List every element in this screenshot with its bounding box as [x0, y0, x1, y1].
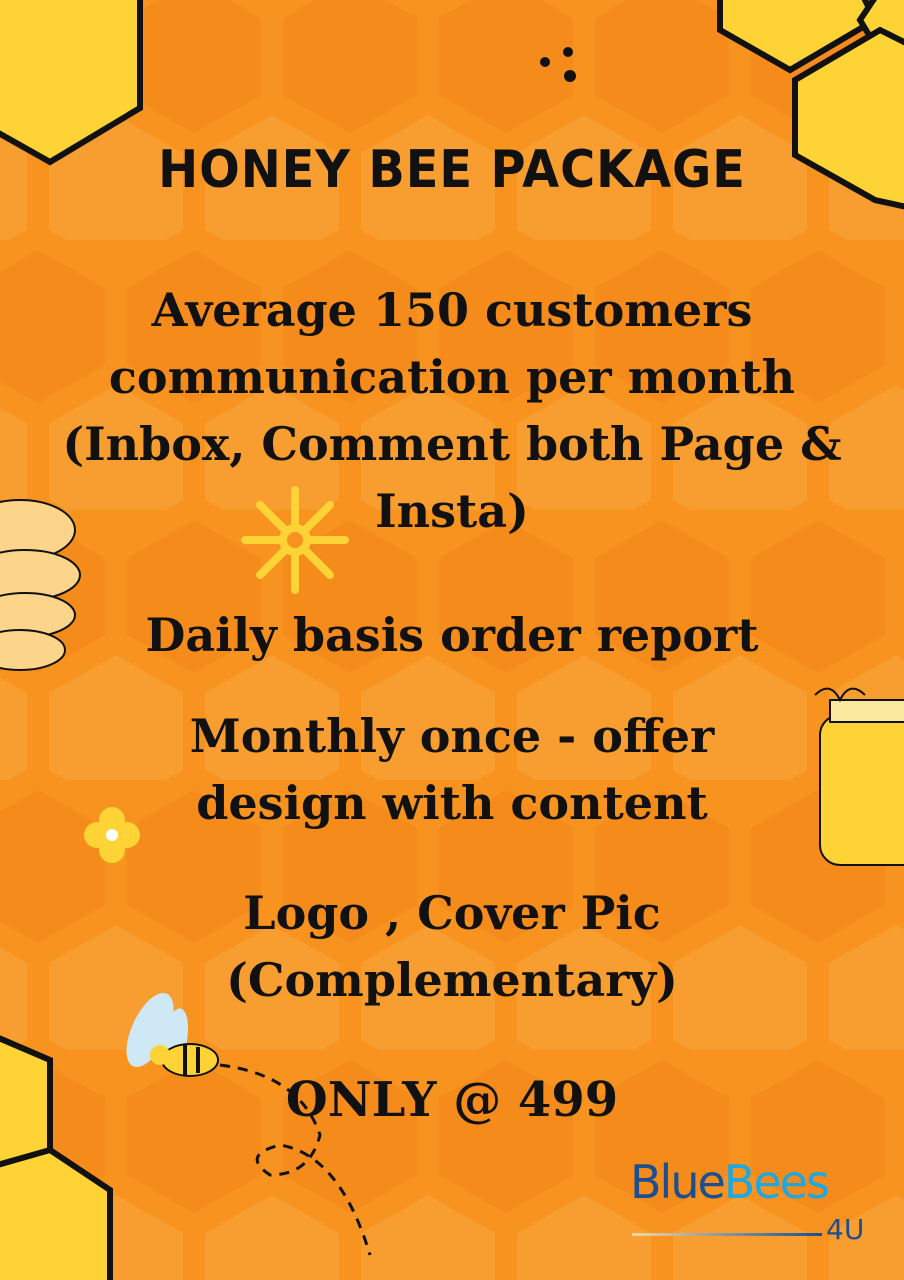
bluebees-logo: BlueBees 4U	[630, 1155, 870, 1255]
feature-line: Average 150 customers	[151, 283, 753, 337]
logo-suffix: 4U	[826, 1213, 865, 1246]
feature-line: Insta)	[375, 484, 529, 538]
feature-line: communication per month	[108, 350, 796, 404]
feature-line: (Complementary)	[226, 953, 678, 1007]
feature-offer-design: Monthly once - offer design with content	[0, 703, 904, 837]
feature-line: Monthly once - offer	[189, 709, 715, 763]
feature-communication: Average 150 customers communication per …	[0, 277, 904, 545]
feature-logo-cover: Logo , Cover Pic (Complementary)	[0, 880, 904, 1014]
logo-underline	[632, 1233, 822, 1236]
feature-order-report: Daily basis order report	[0, 602, 904, 669]
package-title: HONEY BEE PACKAGE	[158, 140, 746, 200]
feature-line: Daily basis order report	[145, 608, 759, 662]
price: ONLY @ 499	[285, 1072, 619, 1128]
feature-line: Logo , Cover Pic	[243, 886, 661, 940]
logo-text-blue: Blue	[630, 1155, 726, 1209]
logo-text-bees: Bees	[723, 1155, 830, 1209]
feature-line: design with content	[196, 776, 708, 830]
feature-line: (Inbox, Comment both Page &	[62, 417, 842, 471]
